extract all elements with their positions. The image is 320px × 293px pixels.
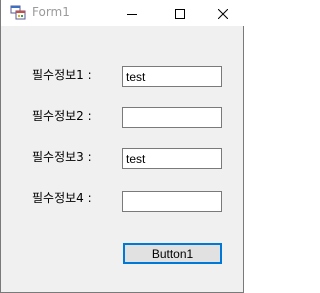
maximize-icon — [175, 4, 185, 23]
close-button[interactable] — [200, 0, 246, 26]
field-input-4[interactable] — [122, 191, 222, 212]
form-window: Form1 필수정보1 : test 필수정보2: 필수정보3: test … — [0, 0, 245, 293]
close-icon — [217, 4, 229, 23]
winforms-app-icon[interactable] — [10, 5, 26, 21]
field-input-1[interactable] — [122, 66, 222, 87]
form-client-area: 필수정보1 : 필수정보2 : 필수정보3 : 필수정보4 : Button1 — [1, 26, 243, 292]
maximize-button[interactable] — [157, 0, 203, 26]
button1[interactable]: Button1 — [123, 243, 222, 264]
title-bar[interactable]: Form1 — [1, 0, 245, 26]
field-label-3: 필수정보3 : — [32, 150, 92, 164]
button1-label: Button1 — [151, 246, 194, 261]
field-label-2: 필수정보2 : — [32, 109, 92, 123]
field-input-3[interactable] — [122, 148, 222, 169]
field-label-1: 필수정보1 : — [32, 68, 92, 82]
field-label-4: 필수정보4 : — [32, 191, 92, 205]
minimize-button[interactable] — [109, 0, 155, 26]
window-title: Form1 — [32, 5, 70, 19]
field-input-2[interactable] — [122, 107, 222, 128]
minimize-icon — [127, 4, 137, 23]
